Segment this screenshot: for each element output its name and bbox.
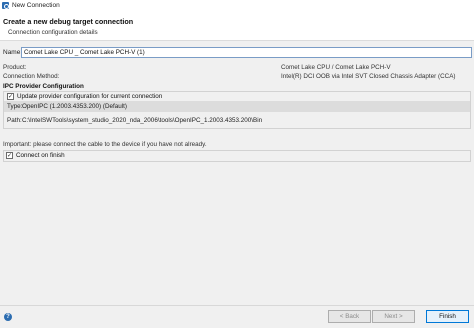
cable-notice: Important: please connect the cable to t… (3, 141, 207, 148)
connect-on-finish-option[interactable]: ✓ Connect on finish (6, 152, 65, 159)
connect-on-finish-checkbox[interactable]: ✓ (6, 152, 13, 159)
app-icon (2, 2, 9, 9)
wizard-header: Create a new debug target connection Con… (0, 11, 474, 41)
update-provider-option[interactable]: ✓ Update provider configuration for curr… (7, 93, 162, 100)
finish-button[interactable]: Finish (426, 310, 469, 323)
product-label: Product: (3, 64, 27, 71)
ipc-path-label: Path: (7, 116, 22, 124)
back-button[interactable]: < Back (328, 310, 371, 323)
next-button[interactable]: Next > (372, 310, 415, 323)
page-title: Create a new debug target connection (3, 17, 134, 26)
ipc-type-row[interactable]: Type: OpenIPC (1.2003.4353.200) (Default… (4, 101, 470, 112)
help-icon[interactable]: ? (4, 313, 12, 321)
ipc-type-value[interactable]: OpenIPC (1.2003.4353.200) (Default) (20, 103, 127, 110)
ipc-type-label: Type: (7, 103, 23, 110)
connect-group-box (3, 150, 471, 162)
name-label: Name: (3, 49, 23, 56)
window-title: New Connection (12, 2, 60, 9)
product-value: Comet Lake CPU / Comet Lake PCH-V (281, 64, 391, 71)
update-provider-label: Update provider configuration for curren… (17, 93, 163, 100)
page-description: Connection configuration details (8, 29, 98, 36)
ipc-section-title: IPC Provider Configuration (3, 83, 84, 90)
title-bar: New Connection (0, 0, 474, 11)
ipc-path-row: Path: C:\IntelSWTools\system_studio_2020… (4, 115, 470, 125)
footer-divider (0, 305, 474, 306)
connect-on-finish-label: Connect on finish (16, 152, 65, 159)
ipc-path-value: C:\IntelSWTools\system_studio_2020_nda_2… (22, 116, 263, 124)
connection-method-value: Intel(R) DCI OOB via Intel SVT Closed Ch… (281, 73, 456, 80)
connection-method-label: Connection Method: (3, 73, 60, 80)
name-field[interactable]: Comet Lake CPU _ Comet Lake PCH-V (1) (21, 47, 472, 58)
update-provider-checkbox[interactable]: ✓ (7, 93, 14, 100)
